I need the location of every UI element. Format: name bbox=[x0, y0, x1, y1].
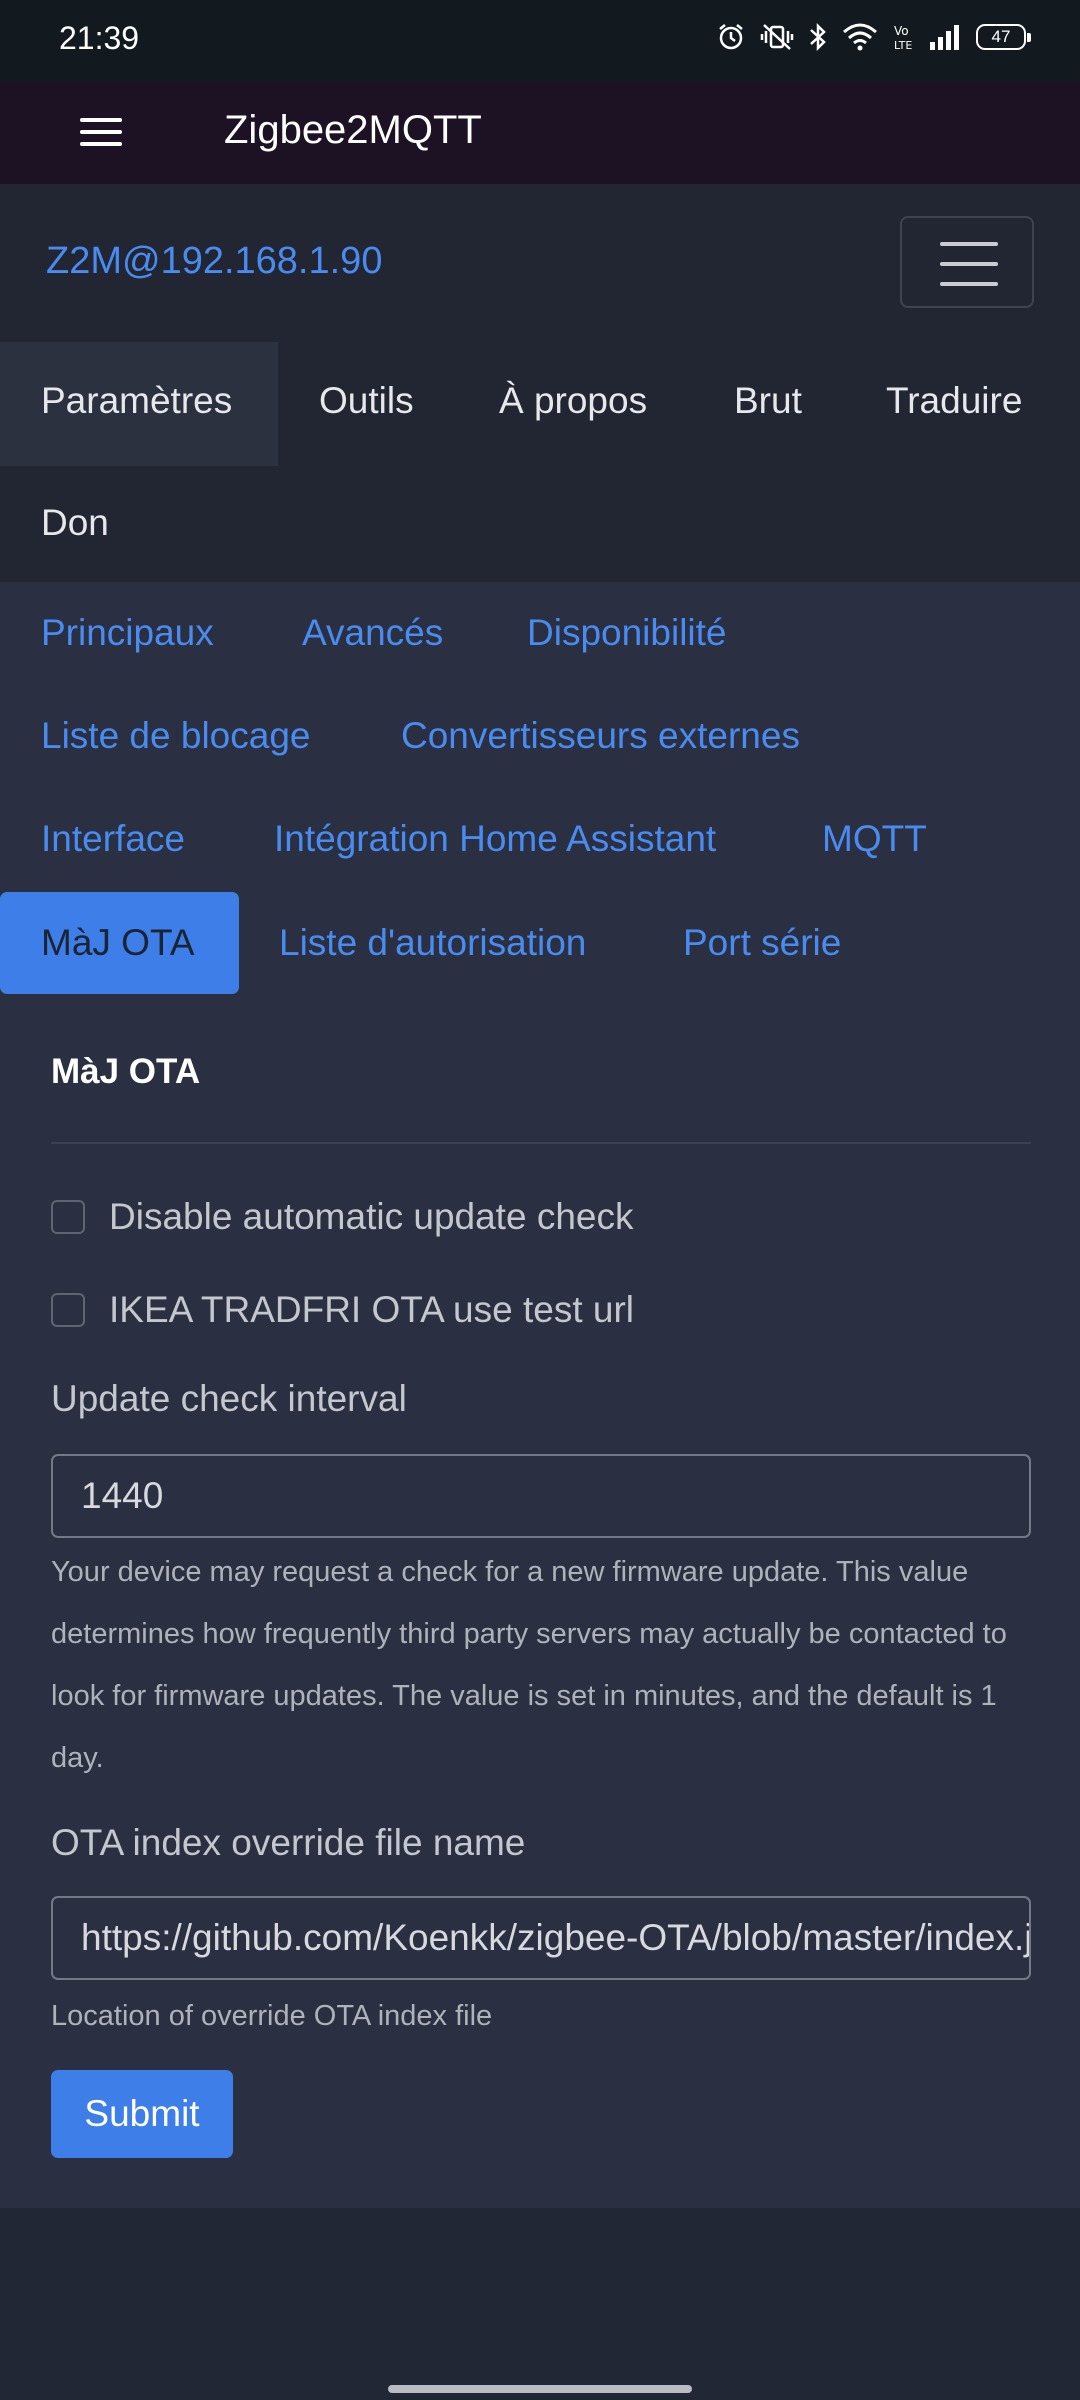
title-divider bbox=[51, 1142, 1031, 1144]
ota-index-input[interactable]: https://github.com/Koenkk/zigbee-OTA/blo… bbox=[51, 1896, 1031, 1980]
bluetooth-icon bbox=[810, 22, 826, 52]
ota-index-label: OTA index override file name bbox=[51, 1822, 526, 1863]
disable-update-check-checkbox[interactable] bbox=[51, 1200, 85, 1234]
subtab-liste-d-autorisation[interactable]: Liste d'autorisation bbox=[279, 922, 586, 964]
vibrate-icon bbox=[760, 24, 794, 50]
subtab-mqtt[interactable]: MQTT bbox=[822, 818, 927, 860]
app-title: Zigbee2MQTT bbox=[224, 108, 482, 152]
tab-parametres[interactable]: Paramètres bbox=[0, 342, 278, 466]
status-bar: 21:39 Vo LTE 47 bbox=[0, 0, 1080, 82]
subtab-avances[interactable]: Avancés bbox=[302, 612, 443, 654]
subtab-liste-de-blocage[interactable]: Liste de blocage bbox=[41, 715, 310, 757]
subtab-port-serie[interactable]: Port série bbox=[683, 922, 841, 964]
subtab-maj-ota[interactable]: MàJ OTA bbox=[0, 892, 239, 994]
svg-text:Vo: Vo bbox=[894, 24, 909, 38]
ota-index-help: Location of override OTA index file bbox=[51, 2000, 493, 2032]
home-indicator[interactable] bbox=[388, 2385, 692, 2393]
hamburger-icon[interactable] bbox=[80, 118, 122, 150]
nav-toggle-button[interactable] bbox=[900, 216, 1034, 308]
svg-text:LTE: LTE bbox=[894, 39, 912, 52]
app-bar: Zigbee2MQTT bbox=[0, 82, 1080, 184]
submit-button[interactable]: Submit bbox=[51, 2070, 233, 2158]
volte-icon: Vo LTE bbox=[894, 24, 912, 52]
disable-update-check-label: Disable automatic update check bbox=[109, 1196, 634, 1237]
tab-don[interactable]: Don bbox=[41, 502, 109, 544]
tab-brut[interactable]: Brut bbox=[734, 380, 802, 422]
ikea-test-url-label: IKEA TRADFRI OTA use test url bbox=[109, 1289, 635, 1330]
top-nav: Z2M@192.168.1.90 Paramètres Outils À pro… bbox=[0, 184, 1080, 582]
tab-a-propos[interactable]: À propos bbox=[499, 380, 647, 422]
ikea-test-url-checkbox[interactable] bbox=[51, 1293, 85, 1327]
subtab-integration-home-assistant[interactable]: Intégration Home Assistant bbox=[274, 818, 716, 860]
settings-content: Principaux Avancés Disponibilité Liste d… bbox=[0, 582, 1080, 2208]
disable-update-check-row[interactable]: Disable automatic update check bbox=[51, 1196, 633, 1238]
wifi-icon bbox=[843, 23, 877, 51]
battery-icon: 47 bbox=[976, 24, 1031, 50]
subtab-principaux[interactable]: Principaux bbox=[41, 612, 214, 654]
update-interval-input[interactable]: 1440 bbox=[51, 1454, 1031, 1538]
form-title: MàJ OTA bbox=[51, 1052, 201, 1091]
status-time: 21:39 bbox=[59, 20, 140, 56]
subtab-interface[interactable]: Interface bbox=[41, 818, 185, 860]
tab-traduire[interactable]: Traduire bbox=[886, 380, 1022, 422]
tab-outils[interactable]: Outils bbox=[319, 380, 414, 422]
status-icons: Vo LTE 47 bbox=[716, 22, 1031, 52]
update-interval-help: Your device may request a check for a ne… bbox=[51, 1556, 1007, 1774]
subtab-convertisseurs-externes[interactable]: Convertisseurs externes bbox=[401, 715, 800, 757]
brand-link[interactable]: Z2M@192.168.1.90 bbox=[46, 240, 382, 283]
update-interval-label: Update check interval bbox=[51, 1378, 407, 1419]
ikea-test-url-row[interactable]: IKEA TRADFRI OTA use test url bbox=[51, 1289, 634, 1331]
signal-icon bbox=[930, 25, 959, 50]
subtab-disponibilite[interactable]: Disponibilité bbox=[527, 612, 727, 654]
battery-level: 47 bbox=[991, 27, 1011, 46]
alarm-icon bbox=[719, 24, 743, 50]
